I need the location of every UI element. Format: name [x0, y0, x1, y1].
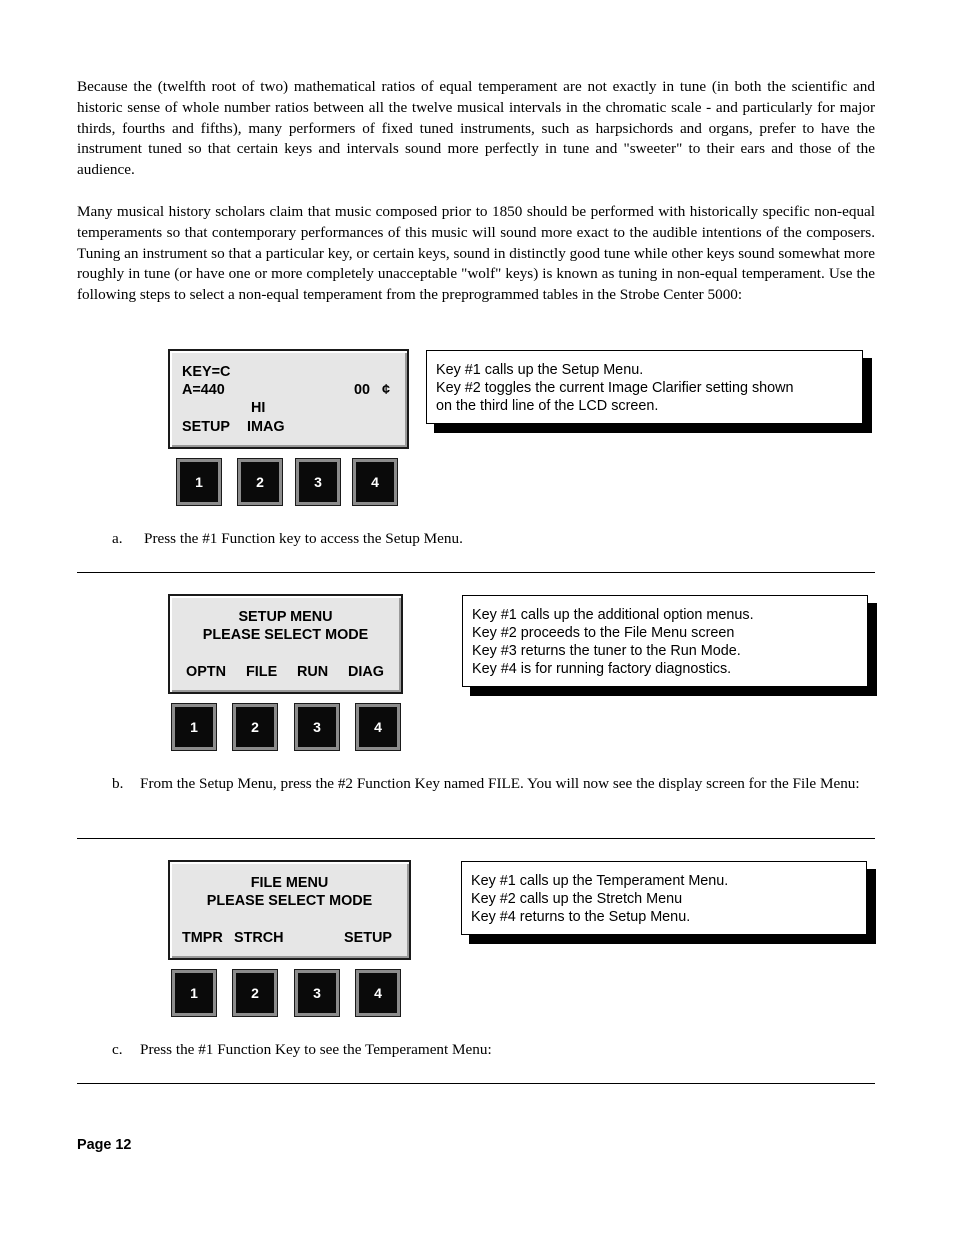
- function-key-2[interactable]: 2: [237, 458, 283, 506]
- lcd-display-main: KEY=C A=440 00 ¢ HI SETUP IMAG: [168, 349, 409, 449]
- lcd-softkey-optn: OPTN: [186, 664, 226, 680]
- step-marker: a.: [112, 530, 123, 547]
- lcd-image-clarifier-setting: HI: [251, 400, 266, 416]
- callout-line: Key #3 returns the tuner to the Run Mode…: [472, 643, 741, 659]
- function-key-1[interactable]: 1: [171, 969, 217, 1017]
- lcd-softkey-file: FILE: [246, 664, 278, 680]
- function-key-4[interactable]: 4: [352, 458, 398, 506]
- function-key-2[interactable]: 2: [232, 969, 278, 1017]
- lcd-softkey-tmpr: TMPR: [182, 930, 223, 946]
- step-text: From the Setup Menu, press the #2 Functi…: [140, 775, 860, 792]
- callout-box-main-display: Key #1 calls up the Setup Menu. Key #2 t…: [426, 350, 863, 424]
- section-divider: [77, 1083, 875, 1084]
- callout-box-setup-menu: Key #1 calls up the additional option me…: [462, 595, 868, 687]
- function-key-3[interactable]: 3: [294, 703, 340, 751]
- callout-line: Key #1 calls up the Temperament Menu.: [471, 873, 729, 889]
- function-key-3[interactable]: 3: [294, 969, 340, 1017]
- function-key-3[interactable]: 3: [295, 458, 341, 506]
- section-divider: [77, 572, 875, 573]
- lcd-softkey-strch: STRCH: [234, 930, 284, 946]
- callout-line: Key #1 calls up the additional option me…: [472, 607, 754, 623]
- lcd-subtitle: PLEASE SELECT MODE: [206, 893, 373, 909]
- lcd-softkey-setup: SETUP: [182, 419, 230, 435]
- callout-line: Key #4 is for running factory diagnostic…: [472, 661, 732, 677]
- lcd-display-setup-menu: SETUP MENU PLEASE SELECT MODE OPTN FILE …: [168, 594, 403, 694]
- callout-box-file-menu: Key #1 calls up the Temperament Menu. Ke…: [461, 861, 867, 935]
- function-key-1[interactable]: 1: [171, 703, 217, 751]
- step-text: Press the #1 Function key to access the …: [144, 530, 463, 547]
- step-marker: c.: [112, 1041, 123, 1058]
- function-key-4[interactable]: 4: [355, 969, 401, 1017]
- callout-line: Key #2 calls up the Stretch Menu: [471, 891, 683, 907]
- step-text: Press the #1 Function Key to see the Tem…: [140, 1041, 492, 1058]
- intro-paragraph-1: Because the (twelfth root of two) mathem…: [77, 78, 875, 179]
- lcd-line-a440: A=440: [182, 382, 225, 398]
- lcd-subtitle: PLEASE SELECT MODE: [202, 627, 369, 643]
- lcd-line-key: KEY=C: [182, 364, 231, 380]
- step-b: b. From the Setup Menu, press the #2 Fun…: [112, 774, 875, 816]
- lcd-softkey-diag: DIAG: [348, 664, 384, 680]
- function-key-1[interactable]: 1: [176, 458, 222, 506]
- page-number: Page 12: [77, 1137, 132, 1153]
- lcd-title: SETUP MENU: [238, 609, 333, 625]
- lcd-softkey-setup: SETUP: [344, 930, 392, 946]
- callout-line: Key #2 proceeds to the File Menu screen: [472, 625, 735, 641]
- function-key-2[interactable]: 2: [232, 703, 278, 751]
- lcd-softkey-run: RUN: [297, 664, 329, 680]
- lcd-softkey-imag: IMAG: [247, 419, 285, 435]
- lcd-title: FILE MENU: [250, 875, 329, 891]
- lcd-cents-readout: 00 ¢: [354, 382, 391, 398]
- step-marker: b.: [112, 775, 124, 792]
- callout-line: on the third line of the LCD screen.: [436, 398, 659, 414]
- intro-paragraph-2: Many musical history scholars claim that…: [77, 203, 875, 304]
- callout-line: Key #1 calls up the Setup Menu.: [436, 362, 644, 378]
- callout-line: Key #4 returns to the Setup Menu.: [471, 909, 691, 925]
- lcd-display-file-menu: FILE MENU PLEASE SELECT MODE TMPR STRCH …: [168, 860, 411, 960]
- function-key-4[interactable]: 4: [355, 703, 401, 751]
- section-divider: [77, 838, 875, 839]
- callout-line: Key #2 toggles the current Image Clarifi…: [436, 380, 794, 396]
